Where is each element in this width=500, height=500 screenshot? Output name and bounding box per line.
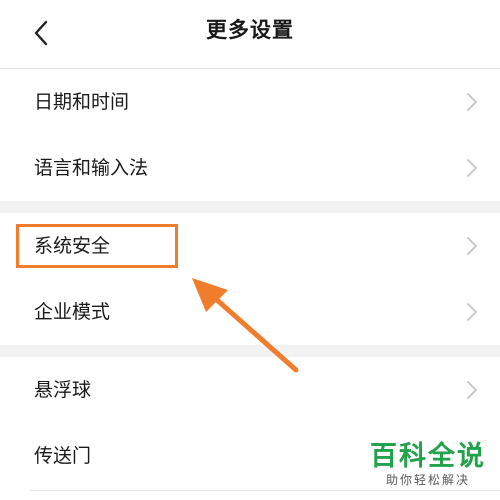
chevron-right-icon [467, 93, 477, 111]
watermark-sub: 助你轻松解决 [385, 473, 470, 487]
chevron-right-icon [467, 237, 477, 255]
chevron-right-icon [467, 381, 477, 399]
settings-item-label: 传送门 [34, 445, 92, 467]
settings-item-date-time[interactable]: 日期和时间 [0, 69, 500, 135]
settings-item-language-input[interactable]: 语言和输入法 [0, 135, 500, 201]
settings-item-label: 悬浮球 [34, 379, 92, 401]
settings-item-floating-ball[interactable]: 悬浮球 [0, 357, 500, 423]
settings-item-label: 企业模式 [34, 301, 111, 323]
chevron-right-icon [467, 303, 477, 321]
settings-group-1: 日期和时间 语言和输入法 [0, 69, 500, 201]
highlight-box [16, 224, 178, 268]
watermark-main: 百科全说 [370, 441, 486, 472]
page-title: 更多设置 [206, 18, 294, 42]
settings-item-label: 语言和输入法 [34, 157, 149, 179]
header-bar: 更多设置 [0, 0, 500, 69]
divider [30, 490, 500, 491]
watermark: 百科全说 助你轻松解决 [370, 442, 486, 488]
chevron-right-icon [467, 159, 477, 177]
settings-item-enterprise-mode[interactable]: 企业模式 [0, 279, 500, 345]
settings-item-label: 日期和时间 [34, 91, 130, 113]
